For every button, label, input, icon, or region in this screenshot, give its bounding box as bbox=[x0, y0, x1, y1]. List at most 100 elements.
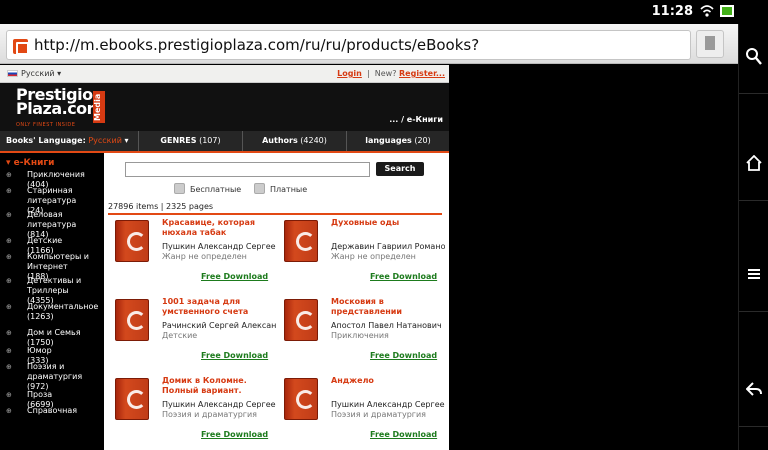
links-separator: | bbox=[366, 69, 370, 78]
filter-paid[interactable]: Платные bbox=[254, 183, 307, 194]
book-title[interactable]: Домик в Коломне. Полный вариант. bbox=[162, 376, 276, 396]
result-count: 27896 items | 2325 pages bbox=[108, 202, 214, 211]
book-cover-icon[interactable] bbox=[284, 299, 318, 341]
book-item[interactable]: 1001 задача для умственного счета Рачинс… bbox=[107, 297, 276, 376]
book-genre: Жанр не определен bbox=[331, 252, 416, 261]
sidebar-item-business[interactable]: Деловая литература (814) bbox=[0, 210, 104, 239]
free-download-link[interactable]: Free Download bbox=[201, 430, 268, 439]
book-author: Рачинский Сергей Александ bbox=[162, 321, 276, 330]
nav-languages[interactable]: languages (20) bbox=[347, 131, 449, 151]
book-cover-icon[interactable] bbox=[115, 378, 149, 420]
home-icon bbox=[746, 155, 762, 171]
register-link[interactable]: Register... bbox=[399, 69, 445, 78]
sidebar-item-computers[interactable]: Компьютеры и Интернет (188) bbox=[0, 252, 104, 281]
search-input[interactable] bbox=[125, 162, 370, 177]
search-button[interactable] bbox=[739, 24, 768, 94]
nav-authors[interactable]: Authors (4240) bbox=[243, 131, 347, 151]
bookmark-icon[interactable] bbox=[696, 30, 724, 58]
book-cover-icon[interactable] bbox=[115, 220, 149, 262]
book-cover-icon[interactable] bbox=[284, 220, 318, 262]
book-item[interactable]: Красавице, которая нюхала табак Пушкин А… bbox=[107, 218, 276, 297]
sidebar-item-prose[interactable]: Проза (6699) bbox=[0, 390, 104, 409]
books-language-dropdown[interactable]: Books' Language: Русский ▾ bbox=[0, 131, 139, 151]
free-download-link[interactable]: Free Download bbox=[370, 272, 437, 281]
book-item[interactable]: Московия в представлении Апостол Павел Н… bbox=[276, 297, 445, 376]
system-bar bbox=[738, 24, 768, 450]
sidebar-item-poetry[interactable]: Поэзия и драматургия (972) bbox=[0, 362, 104, 391]
back-icon bbox=[746, 382, 762, 396]
filter-free[interactable]: Бесплатные bbox=[174, 183, 241, 194]
sidebar-title-text: e-Книги bbox=[13, 158, 55, 168]
url-text[interactable]: http://m.ebooks.prestigioplaza.com/ru/ru… bbox=[34, 36, 479, 54]
new-text: New? bbox=[374, 69, 397, 78]
sidebar-item-reference[interactable]: Справочная bbox=[0, 406, 104, 422]
clock: 11:28 bbox=[651, 4, 693, 19]
authors-label: Authors bbox=[262, 136, 298, 145]
paid-checkbox[interactable] bbox=[254, 183, 265, 194]
menu-button[interactable] bbox=[739, 242, 768, 312]
book-genre: Поэзия и драматургия bbox=[162, 410, 257, 419]
url-input[interactable]: http://m.ebooks.prestigioplaza.com/ru/ru… bbox=[6, 30, 691, 60]
sidebar-item-home-family[interactable]: Дом и Семья (1750) bbox=[0, 328, 104, 347]
language-selector[interactable]: Русский ▾ bbox=[7, 69, 61, 78]
browser-url-bar: http://m.ebooks.prestigioplaza.com/ru/ru… bbox=[0, 24, 738, 64]
dropdown-arrow-icon: ▾ bbox=[57, 69, 62, 78]
free-checkbox[interactable] bbox=[174, 183, 185, 194]
language-label: Русский bbox=[21, 69, 55, 78]
nav-bar: Books' Language: Русский ▾ GENRES (107) … bbox=[0, 131, 449, 153]
free-download-link[interactable]: Free Download bbox=[201, 351, 268, 360]
top-strip: Русский ▾ Login | New? Register... bbox=[0, 65, 449, 83]
logo-tagline: ONLY FINEST INSIDE bbox=[16, 122, 76, 128]
site-logo[interactable]: Prestigio Plaza.com ONLY FINEST INSIDE bbox=[16, 87, 103, 132]
book-title[interactable]: Московия в представлении bbox=[331, 297, 445, 317]
books-language-value: Русский bbox=[88, 136, 122, 145]
book-title[interactable]: Анджело bbox=[331, 376, 445, 386]
book-title[interactable]: Духовные оды bbox=[331, 218, 445, 228]
battery-icon bbox=[720, 5, 734, 17]
sidebar-item-humor[interactable]: Юмор (333) bbox=[0, 346, 104, 365]
nav-genres[interactable]: GENRES (107) bbox=[139, 131, 243, 151]
free-download-link[interactable]: Free Download bbox=[201, 272, 268, 281]
search-button[interactable]: Search bbox=[376, 162, 424, 176]
free-download-link[interactable]: Free Download bbox=[370, 430, 437, 439]
book-item[interactable]: Анджело Пушкин Александр Сергееви Поэзия… bbox=[276, 376, 445, 450]
account-links: Login | New? Register... bbox=[337, 69, 445, 78]
book-genre: Жанр не определен bbox=[162, 252, 247, 261]
orange-divider bbox=[108, 213, 442, 215]
sidebar-item-adventure[interactable]: Приключения (404) bbox=[0, 170, 104, 189]
languages-label: languages bbox=[365, 136, 412, 145]
search-icon bbox=[746, 48, 762, 65]
sidebar-item-documentary[interactable]: Документальное (1263) bbox=[0, 302, 104, 328]
book-title[interactable]: 1001 задача для умственного счета bbox=[162, 297, 276, 317]
tablet-screen: 11:28 http://m.ebooks.prestigioplaza.com… bbox=[0, 0, 768, 450]
chevron-down-icon: ▾ bbox=[124, 136, 129, 145]
web-page: Русский ▾ Login | New? Register... Prest… bbox=[0, 65, 449, 450]
free-download-link[interactable]: Free Download bbox=[370, 351, 437, 360]
back-button[interactable] bbox=[739, 357, 768, 427]
book-item[interactable]: Домик в Коломне. Полный вариант. Пушкин … bbox=[107, 376, 276, 450]
book-genre: Поэзия и драматургия bbox=[331, 410, 426, 419]
book-cover-icon[interactable] bbox=[115, 299, 149, 341]
login-link[interactable]: Login bbox=[337, 69, 362, 78]
wifi-icon bbox=[700, 5, 714, 17]
book-title[interactable]: Красавице, которая нюхала табак bbox=[162, 218, 276, 238]
genres-count: (107) bbox=[199, 136, 221, 145]
book-author: Пушкин Александр Сергееви bbox=[162, 242, 276, 251]
breadcrumb: ... / e-Книги bbox=[389, 115, 443, 124]
category-sidebar: ▾ e-Книги Приключения (404) Старинная ли… bbox=[0, 153, 104, 450]
sidebar-title[interactable]: ▾ e-Книги bbox=[0, 153, 104, 170]
book-cover-icon[interactable] bbox=[284, 378, 318, 420]
sidebar-item-children[interactable]: Детские (1166) bbox=[0, 236, 104, 255]
site-header: Prestigio Plaza.com ONLY FINEST INSIDE M… bbox=[0, 83, 449, 131]
logo-line-2: Plaza.com bbox=[16, 99, 103, 118]
russia-flag-icon bbox=[7, 70, 18, 77]
home-button[interactable] bbox=[739, 131, 768, 201]
authors-count: (4240) bbox=[300, 136, 327, 145]
sidebar-item-old-literature[interactable]: Старинная литература (24) bbox=[0, 186, 104, 215]
sidebar-item-detectives[interactable]: Детективы и Триллеры (4355) bbox=[0, 276, 104, 305]
book-author: Пушкин Александр Сергееви bbox=[162, 400, 276, 409]
genres-label: GENRES bbox=[160, 136, 197, 145]
book-item[interactable]: Духовные оды Державин Гавриил Романов Жа… bbox=[276, 218, 445, 297]
book-author: Державин Гавриил Романов bbox=[331, 242, 445, 251]
languages-count: (20) bbox=[414, 136, 431, 145]
